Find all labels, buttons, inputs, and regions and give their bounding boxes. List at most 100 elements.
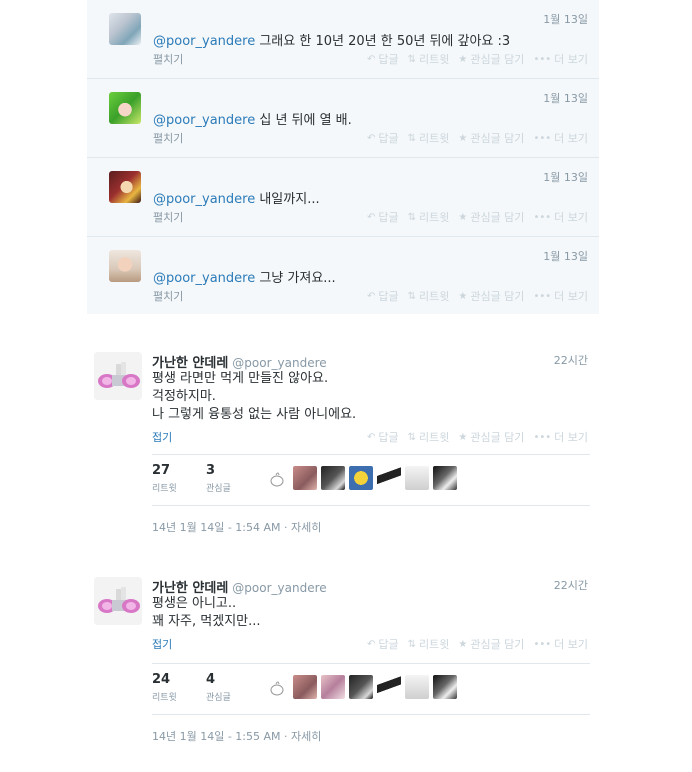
favorite-button[interactable]: ★ 관심글 담기 xyxy=(458,51,524,67)
avatar[interactable] xyxy=(349,466,373,490)
avatar[interactable] xyxy=(377,466,401,490)
display-name[interactable]: 가난한 얀데레 xyxy=(152,356,228,371)
expand-link[interactable]: 펼치기 xyxy=(153,209,183,225)
reply-list: 1월 13일 @poor_yandere 그래요 한 10년 20년 한 50년… xyxy=(87,0,599,314)
mention-link[interactable]: @poor_yandere xyxy=(153,34,255,49)
retweet-button[interactable]: ⇅ 리트윗 xyxy=(408,51,450,67)
avatar[interactable] xyxy=(109,92,141,124)
favorite-button[interactable]: ★ 관심글 담기 xyxy=(458,636,524,652)
retweet-icon: ⇅ xyxy=(407,638,416,650)
retweet-icon: ⇅ xyxy=(407,53,416,65)
tweet-actions: ↶ 답글 ⇅ 리트윗 ★ 관심글 담기 ••• 더 보기 xyxy=(367,209,588,225)
favorite-button[interactable]: ★ 관심글 담기 xyxy=(458,130,524,146)
reply-button[interactable]: ↶ 답글 xyxy=(367,636,399,652)
reply-icon: ↶ xyxy=(366,211,376,223)
avatar[interactable] xyxy=(94,352,142,400)
tweet-header[interactable]: 가난한 얀데레 @poor_yandere xyxy=(152,352,327,371)
reply-time[interactable]: 1월 13일 xyxy=(543,11,588,27)
favorite-count[interactable]: 4 관심글 xyxy=(206,672,231,703)
avatar[interactable] xyxy=(94,577,142,625)
favorite-count[interactable]: 3 관심글 xyxy=(206,463,231,494)
avatar[interactable] xyxy=(265,675,289,699)
retweet-button[interactable]: ⇅ 리트윗 xyxy=(408,130,450,146)
reply-time[interactable]: 1월 13일 xyxy=(543,90,588,106)
retweet-button[interactable]: ⇅ 리트윗 xyxy=(408,288,450,304)
tweet-text-line: 평생은 아니고.. xyxy=(152,596,237,611)
expand-link[interactable]: 펼치기 xyxy=(153,130,183,146)
user-handle[interactable]: @poor_yandere xyxy=(232,581,326,595)
tweet-text: 평생은 아니고.. 꽤 자주, 먹겠지만... xyxy=(152,595,261,631)
reply-icon: ↶ xyxy=(366,290,376,302)
mention-link[interactable]: @poor_yandere xyxy=(153,192,255,207)
pink-binoculars-image xyxy=(94,352,142,400)
more-button[interactable]: ••• 더 보기 xyxy=(533,130,588,146)
favorite-button[interactable]: ★ 관심글 담기 xyxy=(458,288,524,304)
sketch-chick-icon xyxy=(270,681,284,696)
avatar[interactable] xyxy=(433,466,457,490)
retweet-button[interactable]: ⇅ 리트윗 xyxy=(408,636,450,652)
avatar[interactable] xyxy=(321,675,345,699)
reply-item[interactable]: 1월 13일 @poor_yandere 그냥 가져요... 펼치기 ↶ 답글 ⇅… xyxy=(87,237,599,316)
retweet-button[interactable]: ⇅ 리트윗 xyxy=(408,209,450,225)
more-dots-icon: ••• xyxy=(533,132,552,144)
tweet-date[interactable]: 14년 1월 14일 - 1:55 AM · 자세히 xyxy=(152,728,321,744)
avatar[interactable] xyxy=(377,675,401,699)
reply-button[interactable]: ↶ 답글 xyxy=(367,130,399,146)
more-button[interactable]: ••• 더 보기 xyxy=(533,636,588,652)
star-icon: ★ xyxy=(458,638,468,650)
tweet-text-line: 걱정하지마. xyxy=(152,389,216,404)
reply-button[interactable]: ↶ 답글 xyxy=(367,51,399,67)
mention-link[interactable]: @poor_yandere xyxy=(153,113,255,128)
collapse-link[interactable]: 접기 xyxy=(152,429,172,445)
mention-link[interactable]: @poor_yandere xyxy=(153,271,255,286)
avatar[interactable] xyxy=(109,171,141,203)
more-button[interactable]: ••• 더 보기 xyxy=(533,288,588,304)
reply-item[interactable]: 1월 13일 @poor_yandere 내일까지... 펼치기 ↶ 답글 ⇅ 리트… xyxy=(87,158,599,237)
avatar[interactable] xyxy=(405,675,429,699)
reply-time[interactable]: 1월 13일 xyxy=(543,248,588,264)
reply-button[interactable]: ↶ 답글 xyxy=(367,209,399,225)
reply-icon: ↶ xyxy=(366,132,376,144)
reply-button[interactable]: ↶ 답글 xyxy=(367,288,399,304)
retweet-button[interactable]: ⇅ 리트윗 xyxy=(408,429,450,445)
collapse-link[interactable]: 접기 xyxy=(152,636,172,652)
tweet[interactable]: 가난한 얀데레 @poor_yandere 22시간 평생 라면만 먹게 만들진 … xyxy=(87,352,599,542)
display-name[interactable]: 가난한 얀데레 xyxy=(152,581,228,596)
retweet-count[interactable]: 27 리트윗 xyxy=(152,463,177,494)
reply-item[interactable]: 1월 13일 @poor_yandere 십 년 뒤에 열 배. 펼치기 ↶ 답글… xyxy=(87,79,599,158)
retweet-icon: ⇅ xyxy=(407,431,416,443)
expand-link[interactable]: 펼치기 xyxy=(153,288,183,304)
avatar[interactable] xyxy=(293,466,317,490)
sketch-chick-icon xyxy=(270,472,284,487)
reply-button[interactable]: ↶ 답글 xyxy=(367,429,399,445)
tweet-text: 평생 라면만 먹게 만들진 않아요. 걱정하지마. 나 그렇게 융통성 없는 사… xyxy=(152,370,356,424)
reply-icon: ↶ xyxy=(366,53,376,65)
avatar[interactable] xyxy=(405,466,429,490)
more-button[interactable]: ••• 더 보기 xyxy=(533,51,588,67)
tweet-text-line: 꽤 자주, 먹겠지만... xyxy=(152,614,261,629)
tweet-time[interactable]: 22시간 xyxy=(554,577,588,593)
avatar[interactable] xyxy=(293,675,317,699)
more-button[interactable]: ••• 더 보기 xyxy=(533,209,588,225)
expand-link[interactable]: 펼치기 xyxy=(153,51,183,67)
user-handle[interactable]: @poor_yandere xyxy=(232,356,326,370)
favorite-button[interactable]: ★ 관심글 담기 xyxy=(458,429,524,445)
more-dots-icon: ••• xyxy=(533,431,552,443)
reply-item[interactable]: 1월 13일 @poor_yandere 그래요 한 10년 20년 한 50년… xyxy=(87,0,599,79)
tweet-date[interactable]: 14년 1월 14일 - 1:54 AM · 자세히 xyxy=(152,519,321,535)
more-button[interactable]: ••• 더 보기 xyxy=(533,429,588,445)
avatar[interactable] xyxy=(349,675,373,699)
tweet-header[interactable]: 가난한 얀데레 @poor_yandere xyxy=(152,577,327,596)
retweet-count[interactable]: 24 리트윗 xyxy=(152,672,177,703)
avatar[interactable] xyxy=(433,675,457,699)
reply-time[interactable]: 1월 13일 xyxy=(543,169,588,185)
tweet-time[interactable]: 22시간 xyxy=(554,352,588,368)
reply-icon: ↶ xyxy=(366,638,376,650)
avatar[interactable] xyxy=(321,466,345,490)
avatar[interactable] xyxy=(265,466,289,490)
favorite-button[interactable]: ★ 관심글 담기 xyxy=(458,209,524,225)
star-icon: ★ xyxy=(458,132,468,144)
avatar[interactable] xyxy=(109,250,141,282)
avatar[interactable] xyxy=(109,13,141,45)
tweet[interactable]: 가난한 얀데레 @poor_yandere 22시간 평생은 아니고.. 꽤 자주… xyxy=(87,577,599,767)
